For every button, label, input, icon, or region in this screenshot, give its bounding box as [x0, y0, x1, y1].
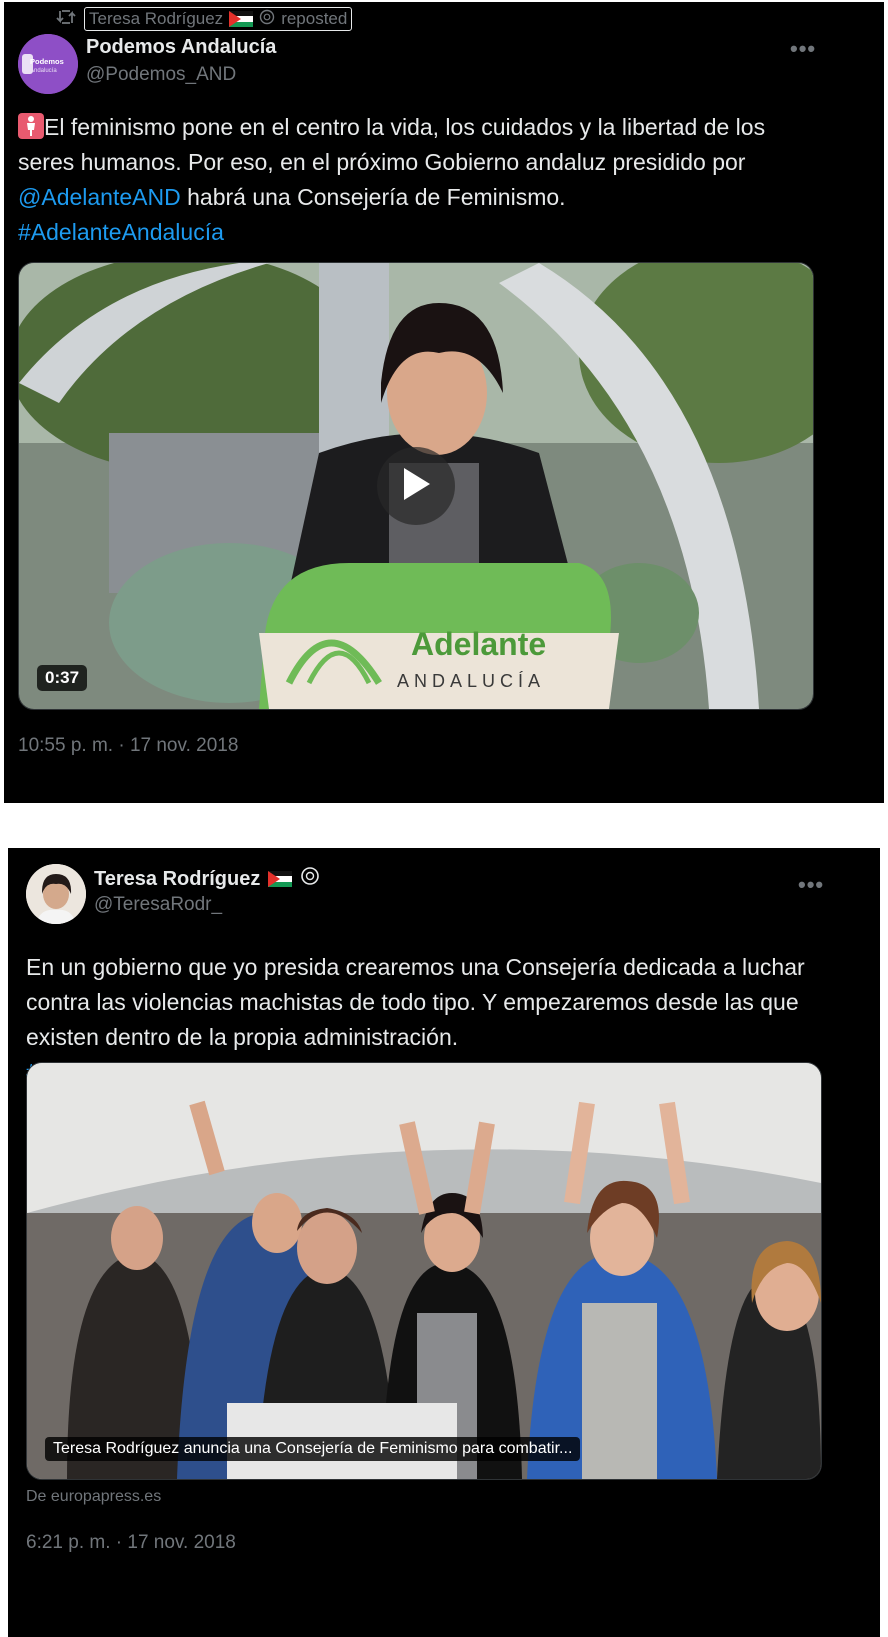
video-duration: 0:37: [37, 665, 88, 691]
more-icon[interactable]: •••: [790, 36, 816, 62]
svg-text:Podemos: Podemos: [30, 57, 64, 66]
podium-line1: Adelante: [411, 626, 546, 662]
play-icon: [400, 466, 432, 507]
repost-label-box[interactable]: Teresa Rodríguez reposted: [84, 7, 353, 31]
timestamp[interactable]: 10:55 p. m. · 17 nov. 2018: [18, 735, 238, 757]
svg-text:Andalucía: Andalucía: [30, 68, 57, 74]
link-card-image: [27, 1063, 821, 1479]
repost-user-name: Teresa Rodríguez: [89, 9, 224, 28]
play-button[interactable]: [377, 447, 455, 525]
standing-person-emoji-icon: [18, 113, 44, 139]
tweet-text: El feminismo pone en el centro la vida, …: [18, 113, 766, 245]
tweet-podemos[interactable]: Teresa Rodríguez reposted Podemos Andalu…: [4, 2, 884, 803]
hashtag-link[interactable]: #AdelanteAndalucía: [18, 219, 224, 245]
repost-label: reposted: [281, 9, 348, 28]
author-name[interactable]: Podemos Andalucía: [86, 36, 276, 59]
link-card-title: Teresa Rodríguez anuncia una Consejería …: [45, 1437, 581, 1461]
mention-link[interactable]: @AdelanteAND: [18, 184, 181, 210]
timestamp[interactable]: 6:21 p. m. · 17 nov. 2018: [26, 1532, 236, 1554]
repost-indicator: Teresa Rodríguez reposted: [56, 7, 353, 31]
author-name[interactable]: Teresa Rodríguez: [94, 866, 320, 892]
palestine-flag-icon: [229, 11, 254, 27]
repost-icon: [56, 8, 76, 31]
author-handle[interactable]: @Podemos_AND: [86, 64, 236, 86]
podemos-logo: Podemos Andalucía: [18, 34, 78, 94]
podium-line2: ANDALUCÍA: [397, 671, 545, 691]
verified-badge-icon: [259, 9, 275, 30]
tweet-teresa[interactable]: Teresa Rodríguez @TeresaRodr_ ••• En un …: [8, 848, 880, 1637]
link-card[interactable]: Teresa Rodríguez anuncia una Consejería …: [26, 1062, 822, 1480]
more-icon[interactable]: •••: [798, 872, 824, 898]
verified-badge-icon: [300, 866, 320, 892]
avatar-podemos[interactable]: Podemos Andalucía: [18, 34, 78, 94]
video-player[interactable]: Adelante ANDALUCÍA 0:37: [18, 262, 814, 710]
link-card-source[interactable]: De europapress.es: [26, 1488, 161, 1506]
palestine-flag-icon: [268, 871, 293, 887]
